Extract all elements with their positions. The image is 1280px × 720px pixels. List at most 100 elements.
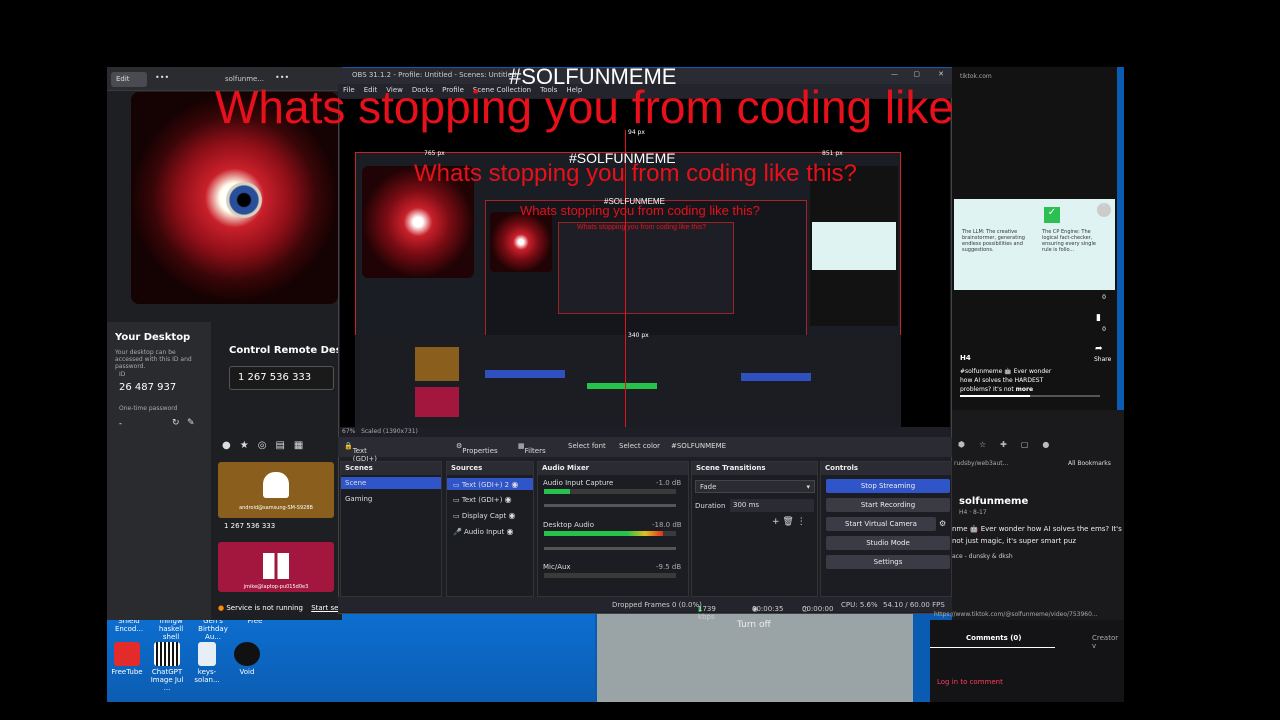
all-bookmarks[interactable]: All Bookmarks (1068, 460, 1111, 467)
nested-scene-highlight (485, 370, 565, 378)
mixer-channel-db: -18.0 dB (652, 521, 682, 529)
desktop-icon-chatgpt-image[interactable]: ChatGPT Image Jul ... (148, 642, 186, 692)
close-icon[interactable]: ✕ (938, 70, 944, 78)
properties-button[interactable]: ⚙ Properties (456, 442, 498, 455)
freetube-icon (114, 642, 140, 666)
settings-button[interactable]: Settings (826, 555, 950, 569)
turn-off-label[interactable]: Turn off (737, 620, 771, 630)
address-book-icon[interactable]: ▤ (275, 440, 284, 451)
desktop-icon-shield[interactable]: Shield Encod... (110, 617, 148, 641)
comments-tab[interactable]: Comments (0) (966, 634, 1021, 642)
desktop-icon-birthday[interactable]: Gen's Birthday Au... (194, 617, 232, 641)
video-progress[interactable] (960, 395, 1100, 397)
image-file-icon (154, 642, 180, 666)
tiktok-video-card[interactable]: The LLM: The creative brainstormer, gene… (954, 199, 1115, 290)
desktop-icons-top-row: Shield Encod... mingw haskell shell Gen'… (110, 617, 274, 641)
grid-icon[interactable]: ▦ (294, 440, 303, 451)
remote-app-tabs: ● ★ ◎ ▤ ▦ (222, 440, 303, 451)
nested-obs-docks (355, 335, 901, 427)
star-icon[interactable]: ☆ (979, 440, 986, 449)
chevron-up-icon[interactable]: ⌃ (1097, 203, 1111, 217)
more-link[interactable]: more (1016, 386, 1033, 393)
recent-icon[interactable]: ● (222, 440, 231, 451)
video-url[interactable]: https://www.tiktok.com/@solfunmeme/video… (934, 611, 1124, 618)
scenes-panel: Scenes Scene Gaming (340, 461, 442, 597)
remote-id-input[interactable]: 1 267 536 333 (229, 366, 334, 390)
overlay-title-main: Whats stopping you from coding like this… (215, 81, 1064, 133)
minimize-icon[interactable]: — (891, 70, 898, 78)
desktop-icon-void[interactable]: Void (228, 642, 266, 692)
bookmark-icon[interactable]: ▮ (1096, 313, 1101, 323)
more-icon[interactable]: ••• (155, 73, 169, 82)
checkmark-icon: ✓ (1044, 207, 1060, 223)
creator-tab[interactable]: Creator v (1092, 634, 1124, 650)
start-recording-button[interactable]: Start Recording (826, 498, 950, 512)
mixer-channel-name: Desktop Audio (543, 521, 594, 529)
add-icon[interactable]: + (772, 517, 780, 527)
gear-icon[interactable]: ⚙ (939, 519, 946, 528)
start-virtual-camera-button[interactable]: Start Virtual Camera (826, 517, 936, 531)
duration-input[interactable]: 300 ms (730, 499, 814, 512)
mixer-channel-name: Audio Input Capture (543, 479, 614, 487)
login-to-comment[interactable]: Log in to comment (937, 678, 1003, 686)
audio-meter (544, 573, 676, 578)
nested-windows-card (415, 387, 459, 417)
file-icon (198, 642, 216, 666)
device-card-android[interactable]: android@samsung-SM-S928B (218, 462, 334, 518)
scene-item[interactable]: Scene (341, 477, 441, 489)
source-item[interactable]: ▭ Display Capt ◉ (453, 511, 515, 520)
device2-name: jmike@laptop-pu015d0e3 (243, 584, 309, 590)
edit-button[interactable]: Edit (111, 72, 147, 87)
otp-label: One-time password (119, 405, 178, 412)
studio-mode-button[interactable]: Studio Mode (826, 536, 950, 550)
select-color-button[interactable]: Select color (619, 442, 660, 450)
star-icon[interactable]: ★ (240, 440, 249, 451)
id-value: 26 487 937 (119, 382, 177, 393)
card-left-text: The LLM: The creative brainstormer, gene… (962, 229, 1025, 253)
desktop-icon-keys[interactable]: keys-solan... (188, 642, 226, 692)
mixer-channel-db: -9.5 dB (656, 563, 682, 571)
text-value-field[interactable]: #SOLFUNMEME (671, 442, 726, 450)
select-font-button[interactable]: Select font (568, 442, 606, 450)
transition-select[interactable]: Fade ▾ (695, 480, 815, 493)
pencil-icon[interactable]: ✎ (187, 418, 195, 428)
eye-artwork (226, 182, 262, 218)
refresh-icon[interactable]: ↻ (172, 418, 180, 428)
filters-button[interactable]: ▦ Filters (518, 442, 546, 455)
device1-name: android@samsung-SM-S928B (239, 505, 313, 511)
profile-username[interactable]: solfunmeme (959, 496, 1028, 507)
trash-icon[interactable]: 🗑 (782, 517, 793, 527)
source-item[interactable]: ▭ Text (GDI+) ◉ (453, 495, 512, 504)
volume-slider[interactable] (544, 547, 676, 550)
preview-zoom[interactable]: 67% Scaled (1390x731) (342, 428, 418, 435)
obs-status-bar: Dropped Frames 0 (0.0%) ▮ 1739 kbps ◉ 00… (338, 597, 952, 621)
device-card-windows[interactable]: jmike@laptop-pu015d0e3 (218, 542, 334, 592)
extension-icon[interactable]: ⬢ (958, 440, 965, 449)
browser-toolbar-icons: ⬢ ☆ ✚ ▢ ● (958, 440, 1049, 449)
profile-icon[interactable]: ● (1042, 440, 1049, 449)
maximize-icon[interactable]: ▢ (913, 70, 920, 78)
desktop-icon-free[interactable]: Free (236, 617, 274, 641)
kebab-icon[interactable]: ⋮ (797, 517, 806, 527)
controls-header: Controls (821, 462, 951, 475)
window-icon[interactable]: ▢ (1021, 440, 1029, 449)
share-icon[interactable]: ➦ (1095, 344, 1103, 354)
tiktok-caption: #solfunmeme 🤖 Ever wonder how AI solves … (960, 368, 1052, 393)
volume-slider[interactable] (544, 504, 676, 507)
source-item[interactable]: ▭ Text (GDI+) 2 ◉ (447, 478, 533, 490)
mixer-header: Audio Mixer (538, 462, 688, 475)
desktop-icon-mingw[interactable]: mingw haskell shell (152, 617, 190, 641)
control-remote-heading: Control Remote Desktop (229, 345, 339, 356)
nested-stop-button (741, 373, 811, 381)
puzzle-icon[interactable]: ✚ (1000, 440, 1007, 449)
stop-streaming-button[interactable]: Stop Streaming (826, 479, 950, 493)
discover-icon[interactable]: ◎ (258, 440, 267, 451)
tiktok-tab-title[interactable]: tiktok.com (960, 73, 992, 80)
mixer-channel-name: Mic/Aux (543, 563, 571, 571)
source-item[interactable]: 🎤 Audio Input ◉ (453, 527, 513, 536)
browser-url-fragment[interactable]: rudsby/web3aut... (954, 460, 1008, 467)
nested-flower-artwork-2 (490, 212, 552, 272)
audio-meter (544, 489, 676, 494)
scene-item[interactable]: Gaming (345, 495, 372, 503)
desktop-icon-freetube[interactable]: FreeTube (108, 642, 146, 692)
